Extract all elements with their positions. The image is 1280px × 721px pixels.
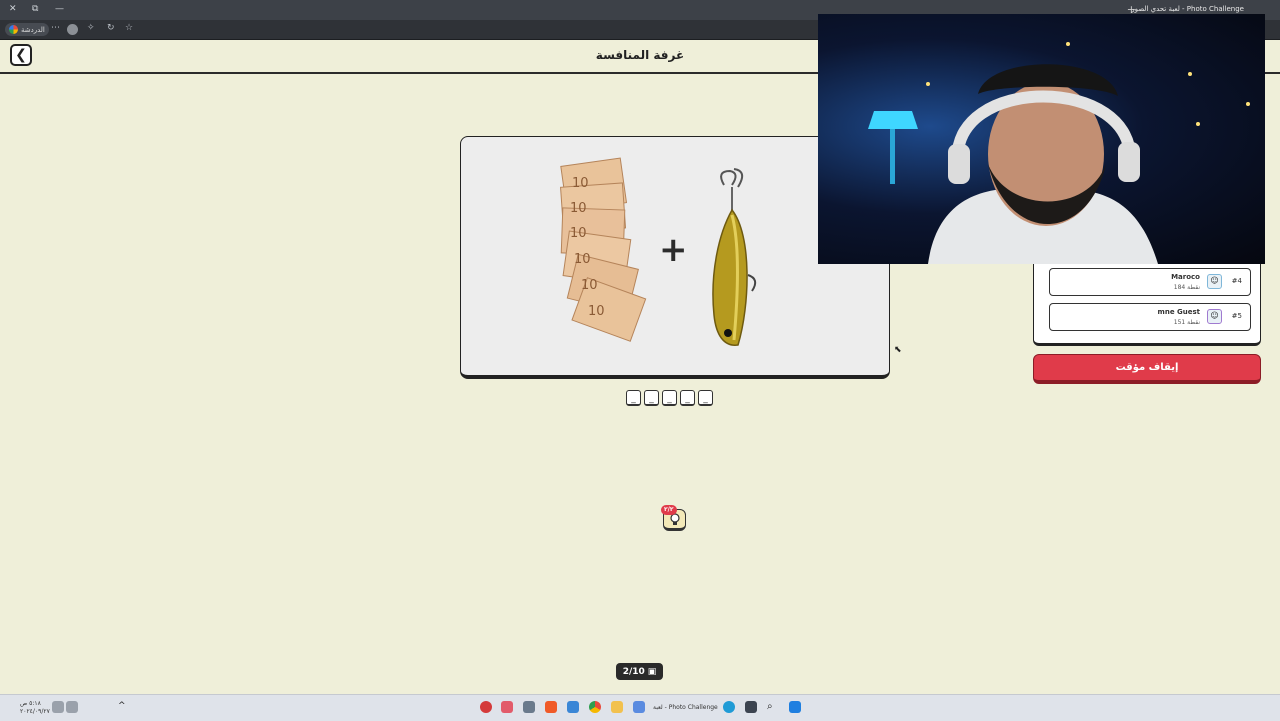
more-icon[interactable]: ⋯ xyxy=(51,23,60,33)
answer-slot[interactable]: _ xyxy=(680,390,695,406)
svg-text:10: 10 xyxy=(574,252,591,267)
start-menu-icon[interactable] xyxy=(789,701,801,713)
webcam-overlay xyxy=(818,14,1265,264)
player-points: 184 نقطة xyxy=(1173,284,1200,291)
favorite-star-icon[interactable]: ☆ xyxy=(125,23,133,33)
leaderboard-row: #4 ☺ Maroco 184 نقطة xyxy=(1049,268,1251,296)
player-points: 151 نقطة xyxy=(1173,319,1200,326)
task-view-icon[interactable] xyxy=(745,701,757,713)
reload-icon[interactable]: ↻ xyxy=(107,23,115,33)
banknotes-image: 10 10 10 10 10 10 xyxy=(560,157,647,342)
leaderboard-panel: #4 ☺ Maroco 184 نقطة #5 ☺ mne Guest 151 … xyxy=(1033,262,1261,346)
svg-text:10: 10 xyxy=(570,226,587,241)
pause-button[interactable]: إيقاف مؤقت xyxy=(1033,354,1261,384)
tray-expand-icon[interactable]: ^ xyxy=(118,701,130,713)
question-progress: 2/10 ▣ xyxy=(616,663,663,680)
chat-app-icon[interactable] xyxy=(501,701,513,713)
minimize-window-icon[interactable]: — xyxy=(55,4,64,14)
clock-date: ٢٠٢٤/٠٩/٢٧ xyxy=(20,708,50,715)
player-avatar: ☺ xyxy=(1207,309,1222,324)
active-browser-icon[interactable] xyxy=(633,701,645,713)
answer-slot[interactable]: _ xyxy=(662,390,677,406)
answer-slot[interactable]: _ xyxy=(644,390,659,406)
player-avatar: ☺ xyxy=(1207,274,1222,289)
chrome-icon[interactable] xyxy=(589,701,601,713)
taskbar-app-label[interactable]: لعبة - Photo Challenge xyxy=(653,704,718,711)
browser-tab-title[interactable]: لعبة تحدي الصور - Photo Challenge xyxy=(1131,5,1244,13)
answer-slot[interactable]: _ xyxy=(698,390,713,406)
svg-text:10: 10 xyxy=(581,278,598,293)
restore-window-icon[interactable]: ⧉ xyxy=(32,4,38,14)
profile-label: الدردشة xyxy=(21,25,45,34)
player-name: mne Guest xyxy=(1157,308,1200,316)
answer-slots: _ _ _ _ _ xyxy=(626,390,713,406)
edge-browser-icon[interactable] xyxy=(723,701,735,713)
hint-count-badge: ٢/٢ xyxy=(661,505,677,515)
mail-app-icon[interactable] xyxy=(567,701,579,713)
os-taskbar: ٥:١٨ ص ٢٠٢٤/٠٩/٢٧ ^ لعبة - Photo Challen… xyxy=(0,694,1280,721)
record-app-icon[interactable] xyxy=(480,701,492,713)
svg-text:10: 10 xyxy=(572,176,589,191)
search-icon[interactable]: ⌕ xyxy=(767,701,779,713)
svg-text:10: 10 xyxy=(588,304,605,319)
player-rank: #5 xyxy=(1231,312,1242,320)
image-icon: ▣ xyxy=(647,666,657,677)
answer-slot[interactable]: _ xyxy=(626,390,641,406)
network-icon[interactable] xyxy=(66,701,78,713)
store-app-icon[interactable] xyxy=(523,701,535,713)
profile-chip[interactable]: الدردشة xyxy=(5,23,49,36)
file-explorer-icon[interactable] xyxy=(611,701,623,713)
taskbar-clock[interactable]: ٥:١٨ ص ٢٠٢٤/٠٩/٢٧ xyxy=(20,700,50,716)
extensions-icon[interactable]: ✧ xyxy=(87,23,95,33)
player-name: Maroco xyxy=(1171,273,1200,281)
player-rank: #4 xyxy=(1231,277,1242,285)
leaderboard-row: #5 ☺ mne Guest 151 نقطة xyxy=(1049,303,1251,331)
svg-text:10: 10 xyxy=(570,201,587,216)
browser-logo-icon xyxy=(9,25,18,34)
fishing-lure-image xyxy=(712,168,757,346)
mouse-cursor-icon: ⬉ xyxy=(894,345,902,355)
streamer-video xyxy=(868,42,1250,264)
close-window-icon[interactable]: ✕ xyxy=(9,4,17,14)
brave-browser-icon[interactable] xyxy=(545,701,557,713)
plus-operator: + xyxy=(659,230,688,270)
volume-icon[interactable] xyxy=(52,701,64,713)
clock-time: ٥:١٨ ص xyxy=(20,700,41,707)
progress-label: 2/10 xyxy=(622,666,645,677)
account-avatar[interactable] xyxy=(67,24,78,35)
